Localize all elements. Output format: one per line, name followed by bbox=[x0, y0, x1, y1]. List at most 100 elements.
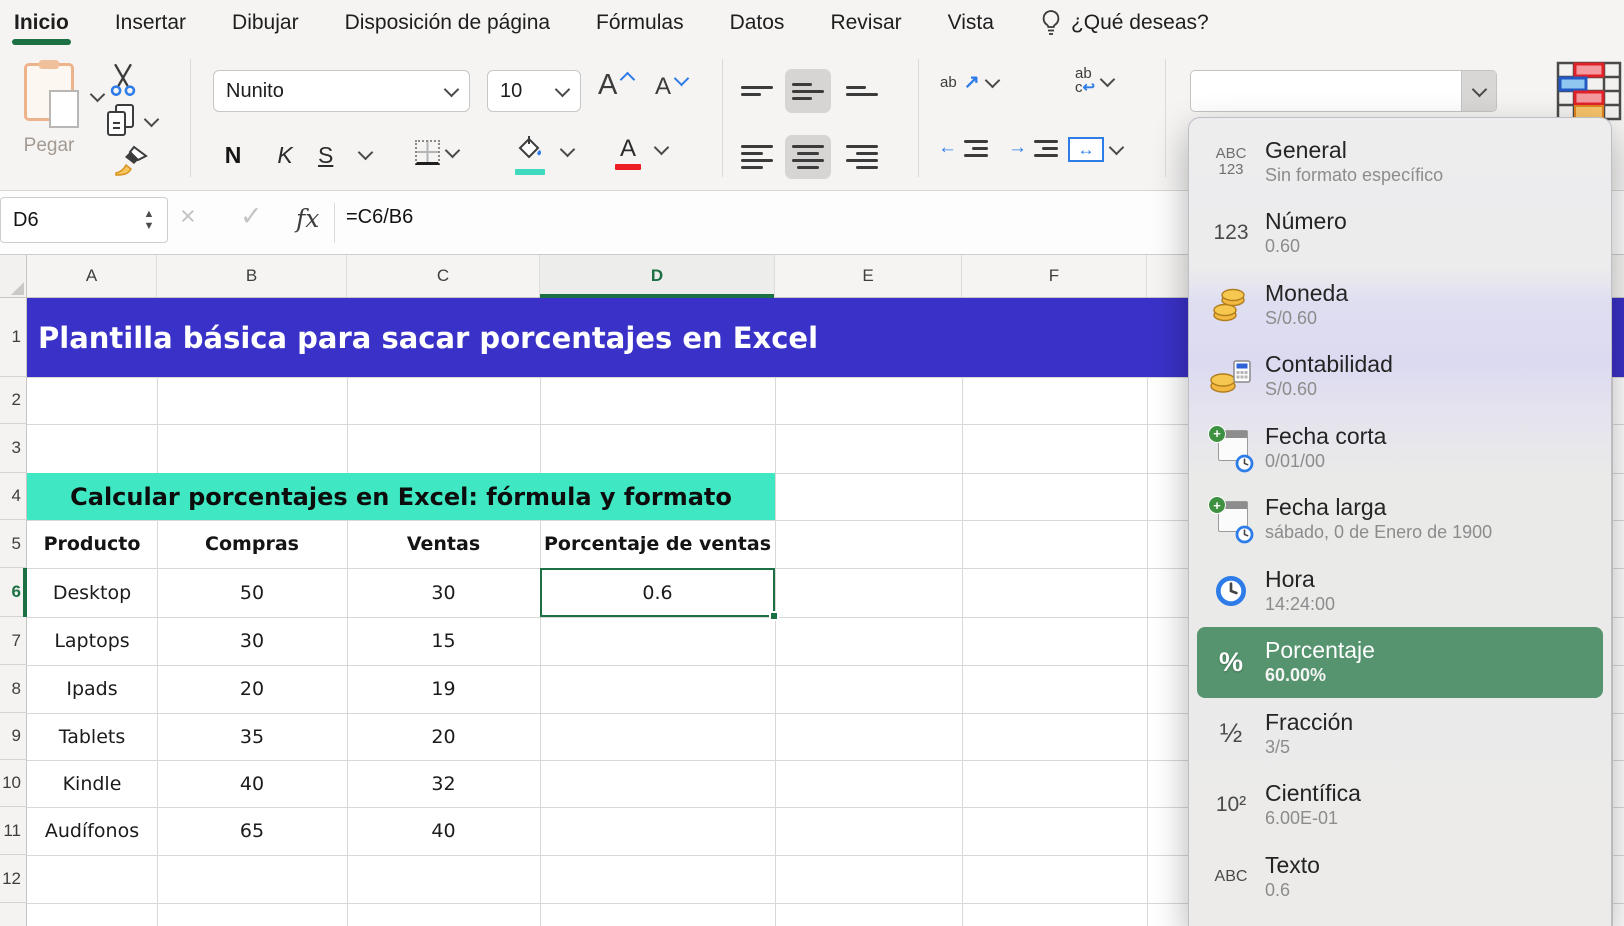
tab-formulas[interactable]: Fórmulas bbox=[596, 11, 684, 35]
italic-button[interactable]: K bbox=[268, 137, 302, 173]
tab-revisar[interactable]: Revisar bbox=[830, 11, 901, 35]
number-format-dropdown-button[interactable] bbox=[1461, 71, 1496, 111]
data-cell[interactable]: 40 bbox=[347, 807, 540, 855]
wrap-text-button[interactable]: ab c↩ bbox=[1075, 67, 1113, 95]
format-option-fraction[interactable]: ½Fracción3/5 bbox=[1197, 698, 1603, 770]
align-right-button[interactable] bbox=[840, 137, 884, 177]
column-header-C[interactable]: C bbox=[347, 255, 540, 297]
format-option-short-date[interactable]: +Fecha corta0/01/00 bbox=[1197, 412, 1603, 484]
data-cell[interactable]: 35 bbox=[157, 713, 347, 760]
data-cell[interactable]: 20 bbox=[347, 713, 540, 760]
name-box[interactable]: D6 ▲ ▼ bbox=[0, 197, 168, 243]
align-center-button[interactable] bbox=[785, 135, 831, 179]
arrow-up-icon[interactable]: ▲ bbox=[144, 208, 155, 220]
fill-handle[interactable] bbox=[769, 611, 779, 621]
increase-indent-button[interactable]: → bbox=[1008, 137, 1058, 159]
format-option-text[interactable]: ABCTexto0.6 bbox=[1197, 841, 1603, 913]
table-header-cell[interactable]: Compras bbox=[157, 520, 347, 568]
tab-dibujar[interactable]: Dibujar bbox=[232, 11, 299, 35]
underline-button[interactable]: S bbox=[318, 137, 333, 173]
data-cell[interactable]: 65 bbox=[157, 807, 347, 855]
tab-insertar[interactable]: Insertar bbox=[115, 11, 186, 35]
section-banner-cell[interactable]: Calcular porcentajes en Excel: fórmula y… bbox=[27, 473, 775, 520]
row-header-9[interactable]: 9 bbox=[0, 713, 27, 760]
fill-color-button[interactable] bbox=[515, 135, 573, 168]
tab-inicio[interactable]: Inicio bbox=[14, 11, 69, 35]
data-cell[interactable]: Desktop bbox=[27, 568, 157, 617]
data-cell[interactable]: 40 bbox=[157, 760, 347, 807]
font-size-combobox[interactable]: 10 bbox=[487, 70, 581, 112]
orientation-button[interactable]: ab ↗ bbox=[940, 71, 998, 94]
borders-button[interactable] bbox=[415, 140, 458, 165]
copy-button[interactable] bbox=[105, 103, 157, 139]
font-name-combobox[interactable]: Nunito bbox=[213, 70, 470, 112]
align-left-button[interactable] bbox=[735, 137, 779, 177]
row-header-12[interactable]: 12 bbox=[0, 855, 27, 903]
data-cell[interactable]: Ipads bbox=[27, 665, 157, 713]
align-bottom-button[interactable] bbox=[840, 71, 884, 111]
confirm-entry-button[interactable]: ✓ bbox=[240, 201, 263, 232]
column-header-A[interactable]: A bbox=[27, 255, 157, 297]
tab-datos[interactable]: Datos bbox=[730, 11, 785, 35]
tell-me-search[interactable]: ¿Qué deseas? bbox=[1040, 9, 1209, 36]
row-header-2[interactable]: 2 bbox=[0, 377, 27, 424]
number-format-combobox[interactable] bbox=[1190, 70, 1497, 112]
data-cell[interactable]: 20 bbox=[157, 665, 347, 713]
row-header-4[interactable]: 4 bbox=[0, 473, 27, 520]
table-header-cell[interactable]: Producto bbox=[27, 520, 157, 568]
arrow-down-icon[interactable]: ▼ bbox=[144, 220, 155, 232]
data-cell[interactable]: 50 bbox=[157, 568, 347, 617]
insert-function-button[interactable]: fx bbox=[296, 204, 319, 233]
align-middle-button[interactable] bbox=[785, 69, 831, 113]
selected-cell[interactable]: 0.6 bbox=[540, 568, 775, 617]
row-header-3[interactable]: 3 bbox=[0, 424, 27, 473]
format-option-general[interactable]: ABC123GeneralSin formato específico bbox=[1197, 126, 1603, 198]
table-header-cell[interactable]: Ventas bbox=[347, 520, 540, 568]
cancel-entry-button[interactable]: × bbox=[180, 201, 196, 232]
format-option-currency[interactable]: MonedaS/0.60 bbox=[1197, 269, 1603, 341]
cut-button[interactable] bbox=[107, 63, 139, 97]
data-cell[interactable]: 19 bbox=[347, 665, 540, 713]
format-option-percentage[interactable]: %Porcentaje60.00% bbox=[1197, 627, 1603, 699]
row-header-5[interactable]: 5 bbox=[0, 520, 27, 568]
data-cell[interactable]: 30 bbox=[347, 568, 540, 617]
underline-chevron-icon[interactable] bbox=[358, 145, 374, 161]
row-header-11[interactable]: 11 bbox=[0, 807, 27, 855]
column-header-F[interactable]: F bbox=[962, 255, 1147, 297]
format-option-long-date[interactable]: +Fecha largasábado, 0 de Enero de 1900 bbox=[1197, 484, 1603, 556]
format-option-scientific[interactable]: 10²Científica6.00E-01 bbox=[1197, 770, 1603, 842]
row-header-8[interactable]: 8 bbox=[0, 665, 27, 713]
data-cell[interactable]: Tablets bbox=[27, 713, 157, 760]
format-option-number[interactable]: 123Número0.60 bbox=[1197, 198, 1603, 270]
decrease-indent-button[interactable]: ← bbox=[938, 137, 988, 159]
name-box-stepper[interactable]: ▲ ▼ bbox=[131, 198, 167, 242]
align-top-button[interactable] bbox=[735, 71, 779, 111]
column-header-E[interactable]: E bbox=[775, 255, 962, 297]
data-cell[interactable]: Kindle bbox=[27, 760, 157, 807]
row-header-7[interactable]: 7 bbox=[0, 617, 27, 665]
row-header-1[interactable]: 1 bbox=[0, 298, 27, 377]
decrease-font-size-button[interactable]: A bbox=[655, 73, 687, 101]
table-header-cell[interactable]: Porcentaje de ventas bbox=[540, 520, 775, 568]
row-header-10[interactable]: 10 bbox=[0, 760, 27, 807]
data-cell[interactable]: 15 bbox=[347, 617, 540, 665]
format-painter-button[interactable] bbox=[112, 145, 150, 179]
font-color-button[interactable]: A bbox=[615, 135, 667, 163]
paste-button[interactable] bbox=[24, 63, 74, 121]
increase-font-size-button[interactable]: A bbox=[598, 69, 633, 102]
data-cell[interactable]: Laptops bbox=[27, 617, 157, 665]
formula-input[interactable]: =C6/B6 bbox=[346, 206, 413, 229]
column-header-D[interactable]: D bbox=[540, 255, 775, 297]
data-cell[interactable]: Audífonos bbox=[27, 807, 157, 855]
bold-button[interactable]: N bbox=[216, 137, 250, 173]
data-cell[interactable]: 30 bbox=[157, 617, 347, 665]
tab-vista[interactable]: Vista bbox=[948, 11, 994, 35]
data-cell[interactable]: 32 bbox=[347, 760, 540, 807]
merge-center-button[interactable]: ↔ bbox=[1068, 137, 1122, 162]
select-all-corner[interactable] bbox=[0, 255, 27, 297]
paste-chevron-icon[interactable] bbox=[90, 87, 106, 103]
format-option-time[interactable]: Hora14:24:00 bbox=[1197, 555, 1603, 627]
column-header-B[interactable]: B bbox=[157, 255, 347, 297]
tab-disposicion-de-pagina[interactable]: Disposición de página bbox=[345, 11, 550, 35]
format-option-accounting[interactable]: ContabilidadS/0.60 bbox=[1197, 341, 1603, 413]
